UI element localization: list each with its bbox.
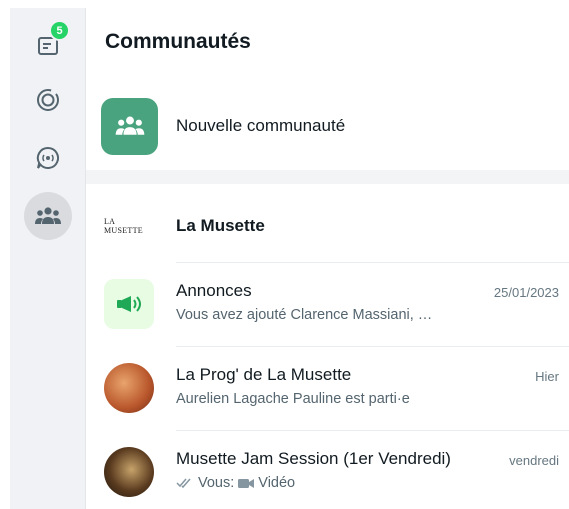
community-name: La Musette	[176, 216, 265, 235]
status-button[interactable]	[24, 76, 72, 124]
chat-preview-text: Vidéo	[258, 475, 296, 491]
communities-button[interactable]	[24, 192, 72, 240]
unread-badge: 5	[49, 20, 70, 41]
video-camera-icon	[238, 478, 255, 488]
chat-preview: Aurelien Lagache Pauline est parti·e	[176, 391, 559, 407]
chat-avatar	[104, 363, 154, 413]
chats-button[interactable]: 5	[24, 20, 72, 70]
chat-preview: Vous: Vidéo	[176, 475, 559, 491]
chat-preview-text: Vous avez ajouté Clarence Massiani, …	[176, 307, 433, 323]
communities-icon	[115, 116, 144, 135]
announcements-avatar	[104, 279, 154, 329]
section-divider	[86, 170, 569, 184]
channels-icon	[36, 146, 59, 169]
new-community-tile	[101, 97, 158, 155]
page-title: Communautés	[105, 30, 251, 53]
new-community-label: Nouvelle communauté	[176, 116, 346, 135]
chat-preview-text: Aurelien Lagache Pauline est parti·e	[176, 391, 410, 407]
new-community-button[interactable]: Nouvelle communauté	[86, 90, 569, 162]
chat-preview-sender: Vous:	[198, 475, 235, 491]
chat-name: Musette Jam Session (1er Vendredi)	[176, 449, 451, 468]
chat-avatar	[104, 447, 154, 497]
status-icon	[37, 89, 59, 111]
chat-time: Hier	[535, 369, 559, 384]
communities-icon	[35, 207, 61, 224]
chat-row-jam-session[interactable]: Musette Jam Session (1er Vendredi) vendr…	[86, 430, 569, 509]
chat-row-body: Musette Jam Session (1er Vendredi) vendr…	[176, 430, 569, 509]
double-check-icon	[176, 478, 191, 489]
community-header[interactable]: LA MUSETTE La Musette	[86, 190, 569, 262]
chat-row-announcements[interactable]: Annonces 25/01/2023 Vous avez ajouté Cla…	[86, 262, 569, 346]
navigation-rail: 5	[10, 8, 86, 509]
chat-row-prog[interactable]: La Prog' de La Musette Hier Aurelien Lag…	[86, 346, 569, 430]
chat-preview: Vous avez ajouté Clarence Massiani, …	[176, 307, 559, 323]
chat-row-body: Annonces 25/01/2023 Vous avez ajouté Cla…	[176, 262, 569, 346]
chat-name: La Prog' de La Musette	[176, 365, 352, 384]
chat-row-body: La Prog' de La Musette Hier Aurelien Lag…	[176, 346, 569, 430]
community-logo: LA MUSETTE	[104, 217, 143, 235]
chat-time: vendredi	[509, 453, 559, 468]
communities-panel: Communautés Nouvelle communauté LA MUSET…	[86, 8, 569, 509]
megaphone-icon	[117, 296, 141, 312]
channels-button[interactable]	[24, 134, 72, 182]
chat-time: 25/01/2023	[493, 285, 559, 300]
